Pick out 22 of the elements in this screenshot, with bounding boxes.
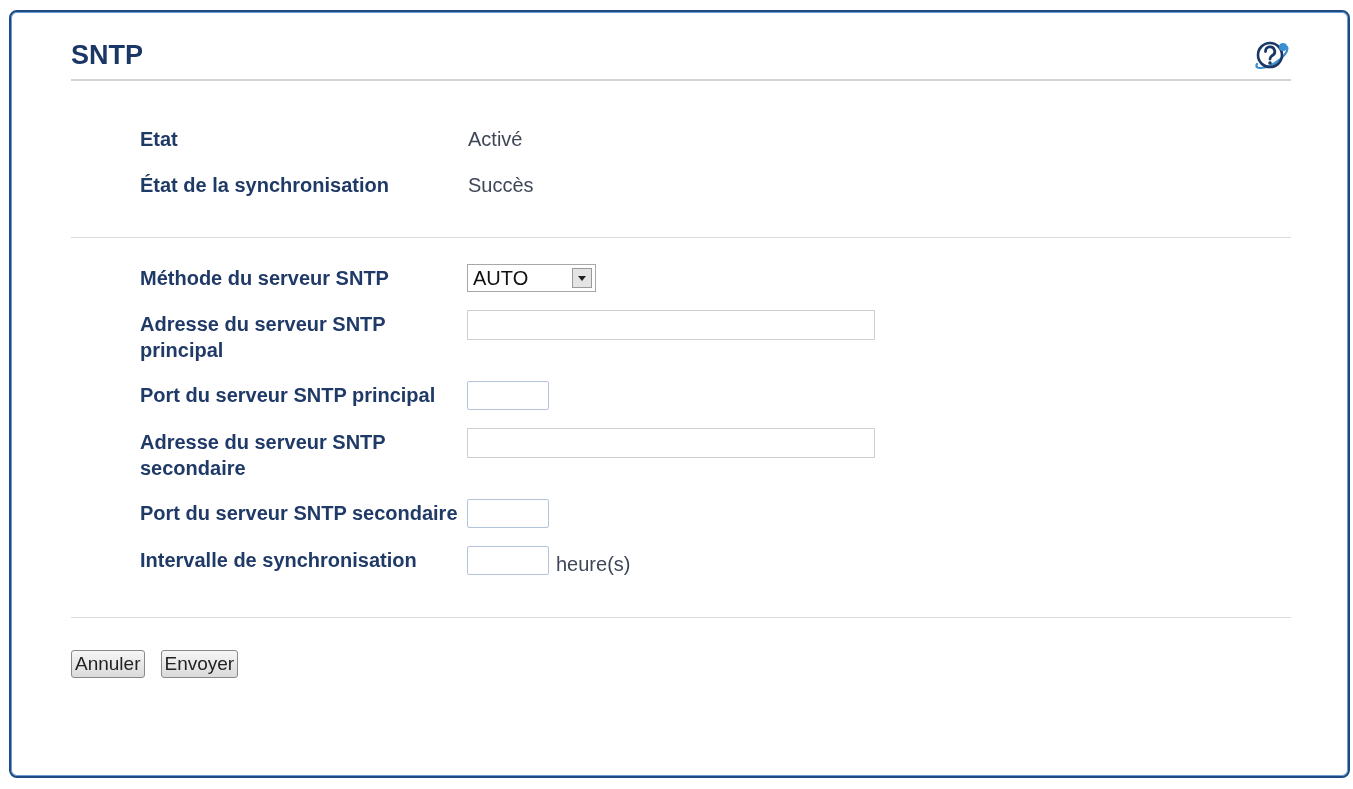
send-button[interactable]: Envoyer	[160, 650, 239, 678]
field-label: Intervalle de synchronisation	[140, 548, 418, 573]
page-title: SNTP	[71, 39, 143, 71]
status-label: État de la synchronisation	[140, 173, 390, 198]
status-label: Etat	[140, 127, 179, 152]
address-field[interactable]	[467, 310, 875, 340]
caret-icon	[572, 268, 592, 288]
address-field[interactable]	[467, 428, 875, 458]
number-field[interactable]	[467, 499, 549, 528]
field-label: Méthode du serveur SNTP	[140, 266, 390, 291]
status-value: Activé	[468, 127, 523, 152]
field-label: Port du serveur SNTP secondaire	[140, 501, 459, 526]
cancel-button[interactable]: Annuler	[71, 650, 145, 678]
field-label: Port du serveur SNTP principal	[140, 383, 437, 408]
method-dropdown[interactable]: AUTO	[467, 264, 596, 292]
number-field[interactable]	[467, 546, 549, 575]
status-value: Succès	[468, 173, 534, 198]
field-label: Adresse du serveur SNTP principal	[140, 312, 387, 363]
unit-label: heure(s)	[556, 552, 631, 577]
help-icon[interactable]	[1253, 39, 1291, 71]
number-field[interactable]	[467, 381, 549, 410]
field-label: Adresse du serveur SNTP secondaire	[140, 430, 387, 481]
